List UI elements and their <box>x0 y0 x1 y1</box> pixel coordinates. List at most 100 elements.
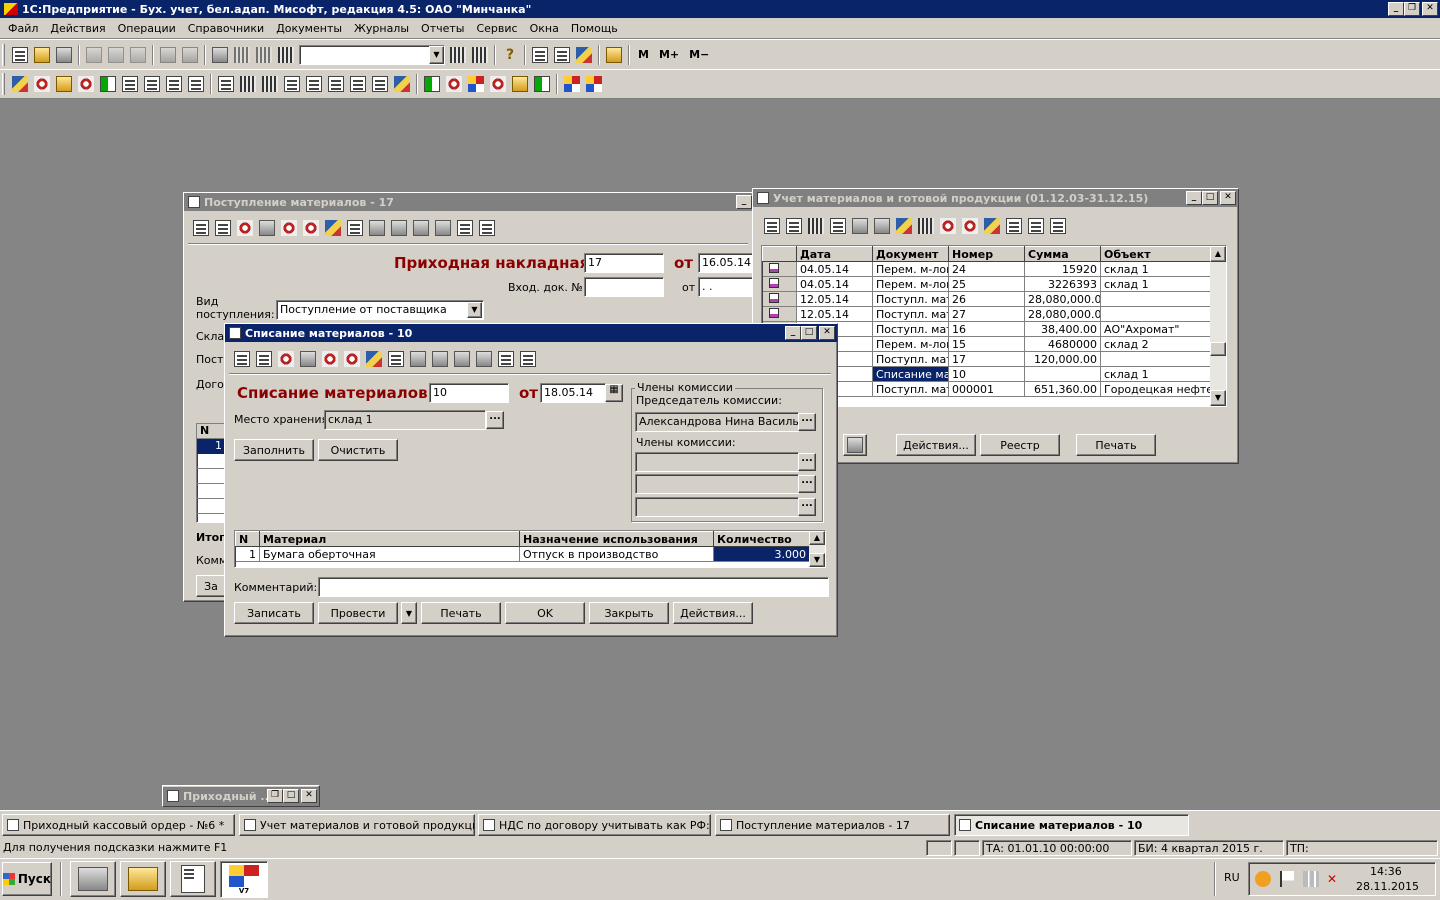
arrow-up-icon[interactable] <box>369 220 385 236</box>
row-sum[interactable]: 4680000 <box>1024 336 1101 352</box>
row-number[interactable]: 15 <box>948 336 1025 352</box>
row-number[interactable]: 27 <box>948 306 1025 322</box>
globe-icon[interactable] <box>564 76 580 92</box>
post-button[interactable]: Провести <box>318 602 398 624</box>
row-sum[interactable]: 120,000.00 <box>1024 351 1101 367</box>
close-button[interactable]: ✕ <box>1422 2 1438 16</box>
operations-journal-icon[interactable] <box>34 76 50 92</box>
row-document[interactable]: Поступл. мате <box>872 321 949 337</box>
delete-row-icon[interactable] <box>237 220 253 236</box>
row-number[interactable]: 25 <box>948 276 1025 292</box>
report-t-icon[interactable] <box>306 76 322 92</box>
wo-copy-row-icon[interactable] <box>256 351 272 367</box>
save-button[interactable]: Записать <box>234 602 314 624</box>
writeoff-close-button[interactable]: ✕ <box>819 326 835 340</box>
mat-row-qty[interactable]: 3.000 <box>713 546 810 562</box>
journal-actions-button[interactable]: Действия... <box>896 434 976 456</box>
mat-row-n[interactable]: 1 <box>235 546 260 562</box>
member-field-1[interactable] <box>635 452 799 472</box>
row-status-icon[interactable] <box>762 276 797 292</box>
1c-icon[interactable] <box>468 76 484 92</box>
member-select-button-3[interactable]: ... <box>798 498 816 516</box>
wo-help-icon[interactable] <box>498 351 514 367</box>
row-object[interactable] <box>1100 351 1213 367</box>
task-window-2[interactable]: Учет материалов и готовой продукции... <box>239 814 475 836</box>
journal-context-help-icon[interactable] <box>1050 218 1066 234</box>
col-object[interactable]: Объект <box>1100 246 1213 262</box>
wo-unmark-icon[interactable] <box>344 351 360 367</box>
restore-button[interactable]: ❐ <box>1404 2 1420 16</box>
row-status-icon[interactable] <box>762 306 797 322</box>
incoming-date-field[interactable]: . . <box>698 277 754 297</box>
period-icon[interactable] <box>512 76 528 92</box>
alert-icon[interactable] <box>490 76 506 92</box>
row-sum[interactable] <box>1024 366 1101 382</box>
col-number[interactable]: Номер <box>948 246 1025 262</box>
materials-scrollbar[interactable]: ▲ ▼ <box>809 531 825 567</box>
row-object[interactable]: склад 1 <box>1100 366 1213 382</box>
journal-close-button[interactable]: ✕ <box>1220 191 1236 205</box>
save-disk-icon[interactable] <box>56 46 72 63</box>
menu-operations[interactable]: Операции <box>112 22 182 35</box>
row-object[interactable] <box>1100 306 1213 322</box>
incoming-doc-field[interactable] <box>584 277 664 297</box>
table-row[interactable]: 12.05.14Поступл. мате2728,080,000.00 <box>762 306 1213 322</box>
journal-search-icon[interactable] <box>918 218 934 234</box>
task-window-4[interactable]: Поступление материалов - 17 <box>715 814 950 836</box>
row-object[interactable]: АО"Ахромат" <box>1100 321 1213 337</box>
wo-sort-desc-icon[interactable] <box>476 351 492 367</box>
col-date[interactable]: Дата <box>796 246 873 262</box>
receipt-date-field[interactable]: 16.05.14 <box>698 253 754 273</box>
calendar-icon[interactable] <box>554 46 570 63</box>
insert-row-icon[interactable] <box>347 220 363 236</box>
redo-icon[interactable] <box>256 46 272 63</box>
wo-insert-icon[interactable] <box>388 351 404 367</box>
fill-button[interactable]: Заполнить <box>234 439 314 461</box>
sort-desc-icon[interactable] <box>435 220 451 236</box>
wo-mark-delete-icon[interactable] <box>322 351 338 367</box>
row-document[interactable]: Поступл. мате <box>872 306 949 322</box>
row-number[interactable]: 26 <box>948 291 1025 307</box>
writeoff-maximize-button[interactable]: □ <box>801 326 817 340</box>
quick-computer-button[interactable] <box>70 861 116 897</box>
member-select-button-2[interactable]: ... <box>798 475 816 493</box>
report-card-icon[interactable] <box>328 76 344 92</box>
report-chart-icon[interactable] <box>394 76 410 92</box>
clock-time[interactable]: 14:36 <box>1370 865 1402 878</box>
task-window-3[interactable]: НДС по договору учитывать как РФ:Г... <box>478 814 711 836</box>
context-help-icon[interactable] <box>479 220 495 236</box>
book-icon[interactable] <box>606 46 622 63</box>
table-row[interactable]: 12.05.14Поступл. мате2628,080,000.00 <box>762 291 1213 307</box>
storage-field[interactable]: склад 1 <box>324 410 486 430</box>
row-document[interactable]: Списание мат <box>872 366 949 382</box>
row-sum[interactable]: 651,360.00 <box>1024 381 1101 397</box>
writeoff-number-field[interactable]: 10 <box>429 383 509 403</box>
properties-icon[interactable] <box>212 46 228 63</box>
row-object[interactable]: склад 1 <box>1100 276 1213 292</box>
network-tray-icon[interactable] <box>1303 871 1319 887</box>
row-object[interactable] <box>1100 291 1213 307</box>
task-window-5[interactable]: Списание материалов - 10 <box>954 814 1189 836</box>
row-sum[interactable]: 15920 <box>1024 261 1101 277</box>
row-document[interactable]: Перем. м-лов <box>872 336 949 352</box>
quick-1c-button[interactable]: V7 <box>220 861 268 898</box>
row-document[interactable]: Поступл. мате <box>872 381 949 397</box>
language-indicator[interactable]: RU <box>1224 871 1240 884</box>
wo-arrow-up-icon[interactable] <box>410 351 426 367</box>
chairman-field[interactable]: Александрова Нина Васильевн <box>635 412 799 432</box>
receipt-save-button[interactable]: За <box>196 575 226 597</box>
member-select-button-1[interactable]: ... <box>798 453 816 471</box>
col-sum[interactable]: Сумма <box>1024 246 1101 262</box>
journal-open-icon[interactable] <box>786 218 802 234</box>
report-list-icon[interactable] <box>284 76 300 92</box>
storage-select-button[interactable]: ... <box>486 411 504 429</box>
comment-field[interactable] <box>318 577 829 597</box>
row-status-icon[interactable] <box>762 291 797 307</box>
arrow-down-icon[interactable] <box>391 220 407 236</box>
post-dropdown-chevron-icon[interactable]: ▼ <box>401 602 417 624</box>
chart-accounts-icon[interactable] <box>12 76 28 92</box>
row-number[interactable]: 17 <box>948 351 1025 367</box>
menu-documents[interactable]: Документы <box>270 22 348 35</box>
menu-catalogs[interactable]: Справочники <box>182 22 270 35</box>
minimize-button[interactable]: _ <box>1388 2 1404 16</box>
